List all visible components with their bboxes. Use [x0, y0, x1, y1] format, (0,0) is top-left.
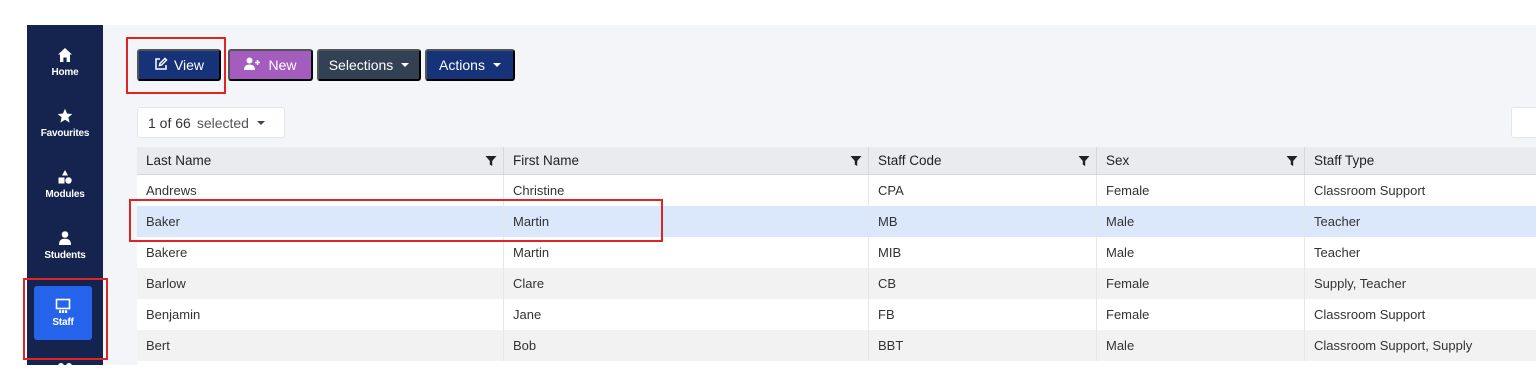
sidebar-item-label: Staff [52, 317, 74, 328]
cell-sex: Male [1097, 330, 1305, 361]
cell-sex: Female [1097, 175, 1305, 206]
cell-first-name: Bob [504, 330, 869, 361]
filter-icon[interactable] [485, 155, 497, 167]
add-user-icon [244, 57, 262, 74]
cell-last-name: Bert [137, 330, 504, 361]
column-header-staff-code[interactable]: Staff Code [869, 147, 1097, 174]
column-header-sex[interactable]: Sex [1097, 147, 1305, 174]
selection-count-text: 1 of 66 [148, 114, 191, 131]
caret-down-icon [492, 63, 501, 67]
actions-dropdown-button[interactable]: Actions [425, 49, 515, 81]
cell-first-name: Clare [504, 268, 869, 299]
column-header-label: Staff Code [878, 153, 942, 168]
modules-icon [27, 169, 103, 187]
filter-icon[interactable] [1286, 155, 1298, 167]
cell-staff-code: MIB [869, 237, 1097, 268]
column-header-label: Staff Type [1314, 153, 1375, 168]
caret-down-icon [256, 120, 265, 125]
staff-table: Last Name First Name Staff Code Sex Staf… [137, 147, 1536, 365]
edit-icon [154, 56, 168, 74]
new-button[interactable]: New [228, 49, 313, 81]
column-header-staff-type[interactable]: Staff Type [1305, 147, 1536, 174]
cell-staff-type: Classroom Support [1314, 183, 1426, 198]
cell-sex: Male [1097, 237, 1305, 268]
column-header-first-name[interactable]: First Name [504, 147, 869, 174]
sidebar-item-staff[interactable]: Staff [34, 286, 92, 340]
cell-staff-code: CB [869, 268, 1097, 299]
table-row[interactable]: Bert Bob BBT Male Classroom Support, Sup… [137, 330, 1536, 361]
table-header-row: Last Name First Name Staff Code Sex Staf… [137, 147, 1536, 175]
cell-last-name: Andrews [137, 175, 504, 206]
caret-down-icon [401, 63, 410, 67]
new-button-label: New [268, 57, 297, 73]
sidebar-item-students[interactable]: Students [27, 220, 103, 276]
cell-first-name: Martin [504, 206, 869, 237]
cell-last-name: Baker [137, 206, 504, 237]
selection-count-suffix: selected [196, 114, 249, 131]
cell-staff-code: MB [869, 206, 1097, 237]
sidebar-item-label: Students [44, 250, 86, 261]
cell-staff-type: Supply, Teacher [1314, 276, 1407, 291]
sidebar-item-modules[interactable]: Modules [27, 159, 103, 215]
cell-staff-code: CPA [869, 175, 1097, 206]
cell-staff-type: Classroom Support [1314, 307, 1426, 322]
actions-button-label: Actions [439, 57, 485, 73]
view-button[interactable]: View [137, 49, 221, 81]
cell-first-name: Martin [504, 237, 869, 268]
grid-search-box[interactable] [1511, 107, 1536, 138]
cell-staff-type: Teacher [1314, 214, 1361, 229]
sidebar-item-label: Home [51, 67, 79, 78]
selections-button-label: Selections [328, 57, 394, 73]
home-icon [27, 47, 103, 65]
cell-staff-type: Teacher [1314, 245, 1361, 260]
cell-sex: Female [1097, 268, 1305, 299]
staff-icon [34, 298, 92, 316]
cell-first-name: Christine [504, 175, 869, 206]
person-icon [27, 230, 103, 248]
cell-last-name: Bakere [137, 237, 504, 268]
sidebar-item-label: Favourites [40, 128, 90, 139]
column-header-label: Sex [1106, 153, 1130, 168]
column-header-last-name[interactable]: Last Name [137, 147, 504, 174]
cell-staff-type: Classroom Support, Supply [1314, 338, 1473, 353]
column-header-label: First Name [513, 153, 580, 168]
table-row[interactable]: Andrews Christine CPA Female Classroom S… [137, 175, 1536, 206]
sidebar-item-home[interactable]: Home [27, 37, 103, 93]
star-icon [27, 108, 103, 126]
more-icon [57, 357, 73, 365]
cell-staff-code: FB [869, 299, 1097, 330]
table-row[interactable]: Benjamin Jane FB Female Classroom Suppor… [137, 299, 1536, 330]
sidebar: Home Favourites Modules Students Staff [27, 25, 103, 365]
column-header-label: Last Name [146, 153, 212, 168]
selection-count-dropdown[interactable]: 1 of 66 selected [137, 107, 285, 138]
filter-icon[interactable] [1078, 155, 1090, 167]
cell-sex: Male [1097, 206, 1305, 237]
cell-last-name: Barlow [137, 268, 504, 299]
table-row[interactable]: Barlow Clare CB Female Supply, Teacher [137, 268, 1536, 299]
view-button-label: View [173, 57, 205, 73]
cell-last-name: Benjamin [137, 299, 504, 330]
sidebar-item-label: Modules [45, 189, 85, 200]
cell-staff-code: BBT [869, 330, 1097, 361]
cell-first-name: Jane [504, 299, 869, 330]
selections-dropdown-button[interactable]: Selections [317, 49, 421, 81]
filter-icon[interactable] [850, 155, 862, 167]
cell-sex: Female [1097, 299, 1305, 330]
sidebar-item-favourites[interactable]: Favourites [27, 98, 103, 154]
table-row-selected[interactable]: Baker Martin MB Male Teacher [137, 206, 1536, 237]
table-row[interactable]: Bakere Martin MIB Male Teacher [137, 237, 1536, 268]
